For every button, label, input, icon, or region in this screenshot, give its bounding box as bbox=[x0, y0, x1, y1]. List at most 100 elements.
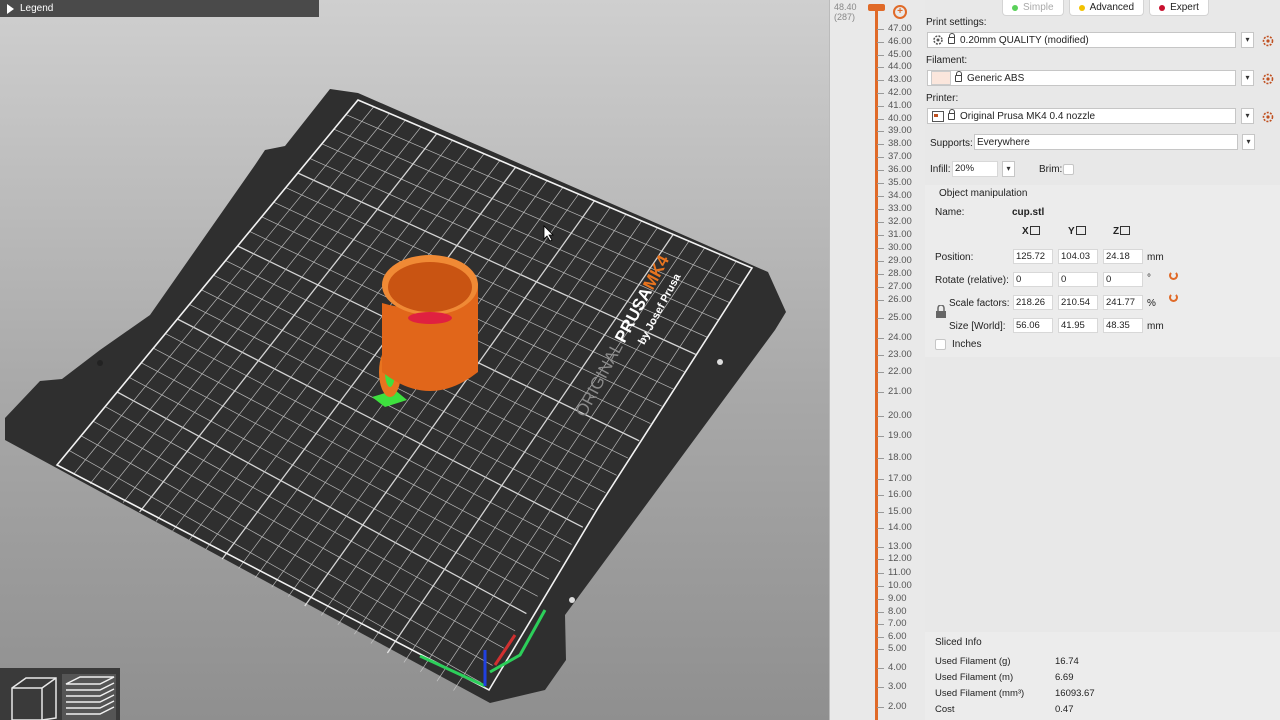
filament-label: Filament: bbox=[926, 55, 968, 66]
position-x-input[interactable]: 125.72 bbox=[1013, 249, 1053, 264]
layer-tick-label: 42.00 bbox=[877, 87, 912, 98]
layer-tick-label: 31.00 bbox=[877, 229, 912, 240]
layer-tick-label: 26.00 bbox=[877, 294, 912, 305]
layer-slider-thumb[interactable] bbox=[868, 4, 885, 11]
sliced-info-value: 6.69 bbox=[1055, 672, 1074, 683]
add-color-change-icon[interactable]: + bbox=[893, 5, 907, 19]
layer-tick-label: 5.00 bbox=[877, 643, 907, 654]
layer-tick-label: 46.00 bbox=[877, 36, 912, 47]
scale-label: Scale factors: bbox=[949, 298, 1010, 309]
layer-tick-label: 10.00 bbox=[877, 580, 912, 591]
mode-expert-dot-icon bbox=[1159, 4, 1166, 11]
layer-tick-label: 36.00 bbox=[877, 164, 912, 175]
size-label: Size [World]: bbox=[949, 321, 1006, 332]
layer-tick-label: 12.00 bbox=[877, 553, 912, 564]
reset-scale-icon[interactable] bbox=[1169, 293, 1178, 302]
3d-view-icon[interactable] bbox=[8, 674, 58, 720]
legend-toggle[interactable]: Legend bbox=[0, 0, 319, 17]
layer-tick-label: 23.00 bbox=[877, 349, 912, 360]
y-axis-header: Y bbox=[1068, 226, 1086, 237]
mode-simple-dot-icon bbox=[1012, 4, 1018, 11]
position-z-input[interactable]: 24.18 bbox=[1103, 249, 1143, 264]
layer-tick-label: 16.00 bbox=[877, 489, 912, 500]
rotate-label: Rotate (relative): bbox=[935, 275, 1009, 286]
build-plate-scene[interactable]: ORIGINAL PRUSA MK4 by Josef Prusa bbox=[0, 0, 829, 720]
filament-dropdown[interactable]: ▾ bbox=[1241, 70, 1254, 86]
mode-advanced-tab[interactable]: Advanced bbox=[1068, 0, 1145, 16]
layer-tick-label: 34.00 bbox=[877, 190, 912, 201]
position-unit: mm bbox=[1147, 252, 1164, 263]
printer-combo[interactable]: Original Prusa MK4 0.4 nozzle bbox=[927, 108, 1236, 124]
sliced-info-section: Sliced Info Used Filament (g) 16.74 Used… bbox=[925, 632, 1280, 720]
sliced-info-label: Used Filament (g) bbox=[935, 656, 1011, 667]
print-settings-combo[interactable]: 0.20mm QUALITY (modified) bbox=[927, 32, 1236, 48]
expand-triangle-icon bbox=[7, 3, 14, 14]
layer-tick-label: 47.00 bbox=[877, 23, 912, 34]
3d-viewport[interactable]: ORIGINAL PRUSA MK4 by Josef Prusa Legend bbox=[0, 0, 829, 720]
name-label: Name: bbox=[935, 207, 965, 218]
printer-edit-gear-icon[interactable] bbox=[1262, 111, 1274, 123]
layer-tick-label: 43.00 bbox=[877, 74, 912, 85]
sliced-info-label: Used Filament (mm³) bbox=[935, 688, 1025, 699]
scale-y-input[interactable]: 210.54 bbox=[1058, 295, 1098, 310]
filament-combo[interactable]: Generic ABS bbox=[927, 70, 1236, 86]
layer-tick-label: 3.00 bbox=[877, 681, 907, 692]
inches-checkbox[interactable] bbox=[935, 339, 946, 350]
layer-slider[interactable]: 48.40 (287) + 47.00 46.00 45.00 44.00 43.00 4… bbox=[829, 0, 926, 720]
reset-rotation-icon[interactable] bbox=[1169, 271, 1178, 280]
size-y-input[interactable]: 41.95 bbox=[1058, 318, 1098, 333]
supports-dropdown[interactable]: ▾ bbox=[1242, 134, 1255, 150]
filament-edit-gear-icon[interactable] bbox=[1262, 73, 1274, 85]
layer-tick-label: 11.00 bbox=[876, 567, 912, 578]
sliced-info-value: 16093.67 bbox=[1055, 688, 1095, 699]
layer-tick-label: 14.00 bbox=[877, 522, 912, 533]
layer-tick-label: 38.00 bbox=[877, 138, 912, 149]
lock-icon bbox=[955, 70, 962, 82]
scale-z-input[interactable]: 241.77 bbox=[1103, 295, 1143, 310]
lock-icon bbox=[948, 32, 955, 44]
supports-label: Supports: bbox=[930, 138, 973, 149]
filament-color-swatch bbox=[931, 71, 951, 85]
layer-tick-label: 2.00 bbox=[877, 701, 907, 712]
layer-tick-label: 28.00 bbox=[877, 268, 912, 279]
mode-expert-tab[interactable]: Expert bbox=[1149, 0, 1209, 16]
layer-tick-label: 37.00 bbox=[877, 151, 912, 162]
size-z-input[interactable]: 48.35 bbox=[1103, 318, 1143, 333]
layer-tick-label: 18.00 bbox=[877, 452, 912, 463]
position-y-input[interactable]: 104.03 bbox=[1058, 249, 1098, 264]
sidebar-panel: Simple Advanced Expert Print settings: 0… bbox=[925, 0, 1280, 720]
mode-simple-tab[interactable]: Simple bbox=[1002, 0, 1064, 16]
layer-tick-label: 20.00 bbox=[877, 410, 912, 421]
rotate-y-input[interactable]: 0 bbox=[1058, 272, 1098, 287]
printer-icon bbox=[932, 110, 944, 122]
print-settings-dropdown[interactable]: ▾ bbox=[1241, 32, 1254, 48]
print-settings-edit-gear-icon[interactable] bbox=[1262, 35, 1274, 47]
layer-tick-label: 13.00 bbox=[877, 541, 912, 552]
view-toolbar bbox=[0, 668, 120, 720]
layer-tick-label: 45.00 bbox=[877, 49, 912, 60]
mode-tabs: Simple Advanced Expert bbox=[1002, 0, 1209, 16]
layer-tick-label: 17.00 bbox=[877, 473, 912, 484]
printer-dropdown[interactable]: ▾ bbox=[1241, 108, 1254, 124]
rotate-z-input[interactable]: 0 bbox=[1103, 272, 1143, 287]
supports-combo[interactable]: Everywhere bbox=[974, 134, 1238, 150]
brim-checkbox[interactable] bbox=[1063, 164, 1074, 175]
mode-advanced-dot-icon bbox=[1078, 4, 1085, 11]
layer-slider-track[interactable] bbox=[875, 8, 878, 720]
layer-tick-label: 7.00 bbox=[877, 618, 907, 629]
scale-x-input[interactable]: 218.26 bbox=[1013, 295, 1053, 310]
size-x-input[interactable]: 56.06 bbox=[1013, 318, 1053, 333]
z-axis-box-icon bbox=[1120, 226, 1131, 235]
layer-tick-label: 35.00 bbox=[877, 177, 912, 188]
preview-layers-icon[interactable] bbox=[62, 674, 116, 720]
layer-tick-label: 39.00 bbox=[877, 125, 912, 136]
infill-dropdown[interactable]: ▾ bbox=[1002, 161, 1015, 177]
lock-icon bbox=[948, 108, 955, 120]
layer-tick-label: 6.00 bbox=[877, 631, 907, 642]
rotate-x-input[interactable]: 0 bbox=[1013, 272, 1053, 287]
layer-tick-label: 4.00 bbox=[877, 662, 907, 673]
object-manipulation-section: Object manipulation Name: cup.stl X Y Z … bbox=[925, 185, 1280, 357]
infill-input[interactable]: 20% bbox=[952, 161, 998, 177]
inches-label: Inches bbox=[952, 339, 982, 350]
scale-lock-icon[interactable] bbox=[935, 305, 947, 319]
